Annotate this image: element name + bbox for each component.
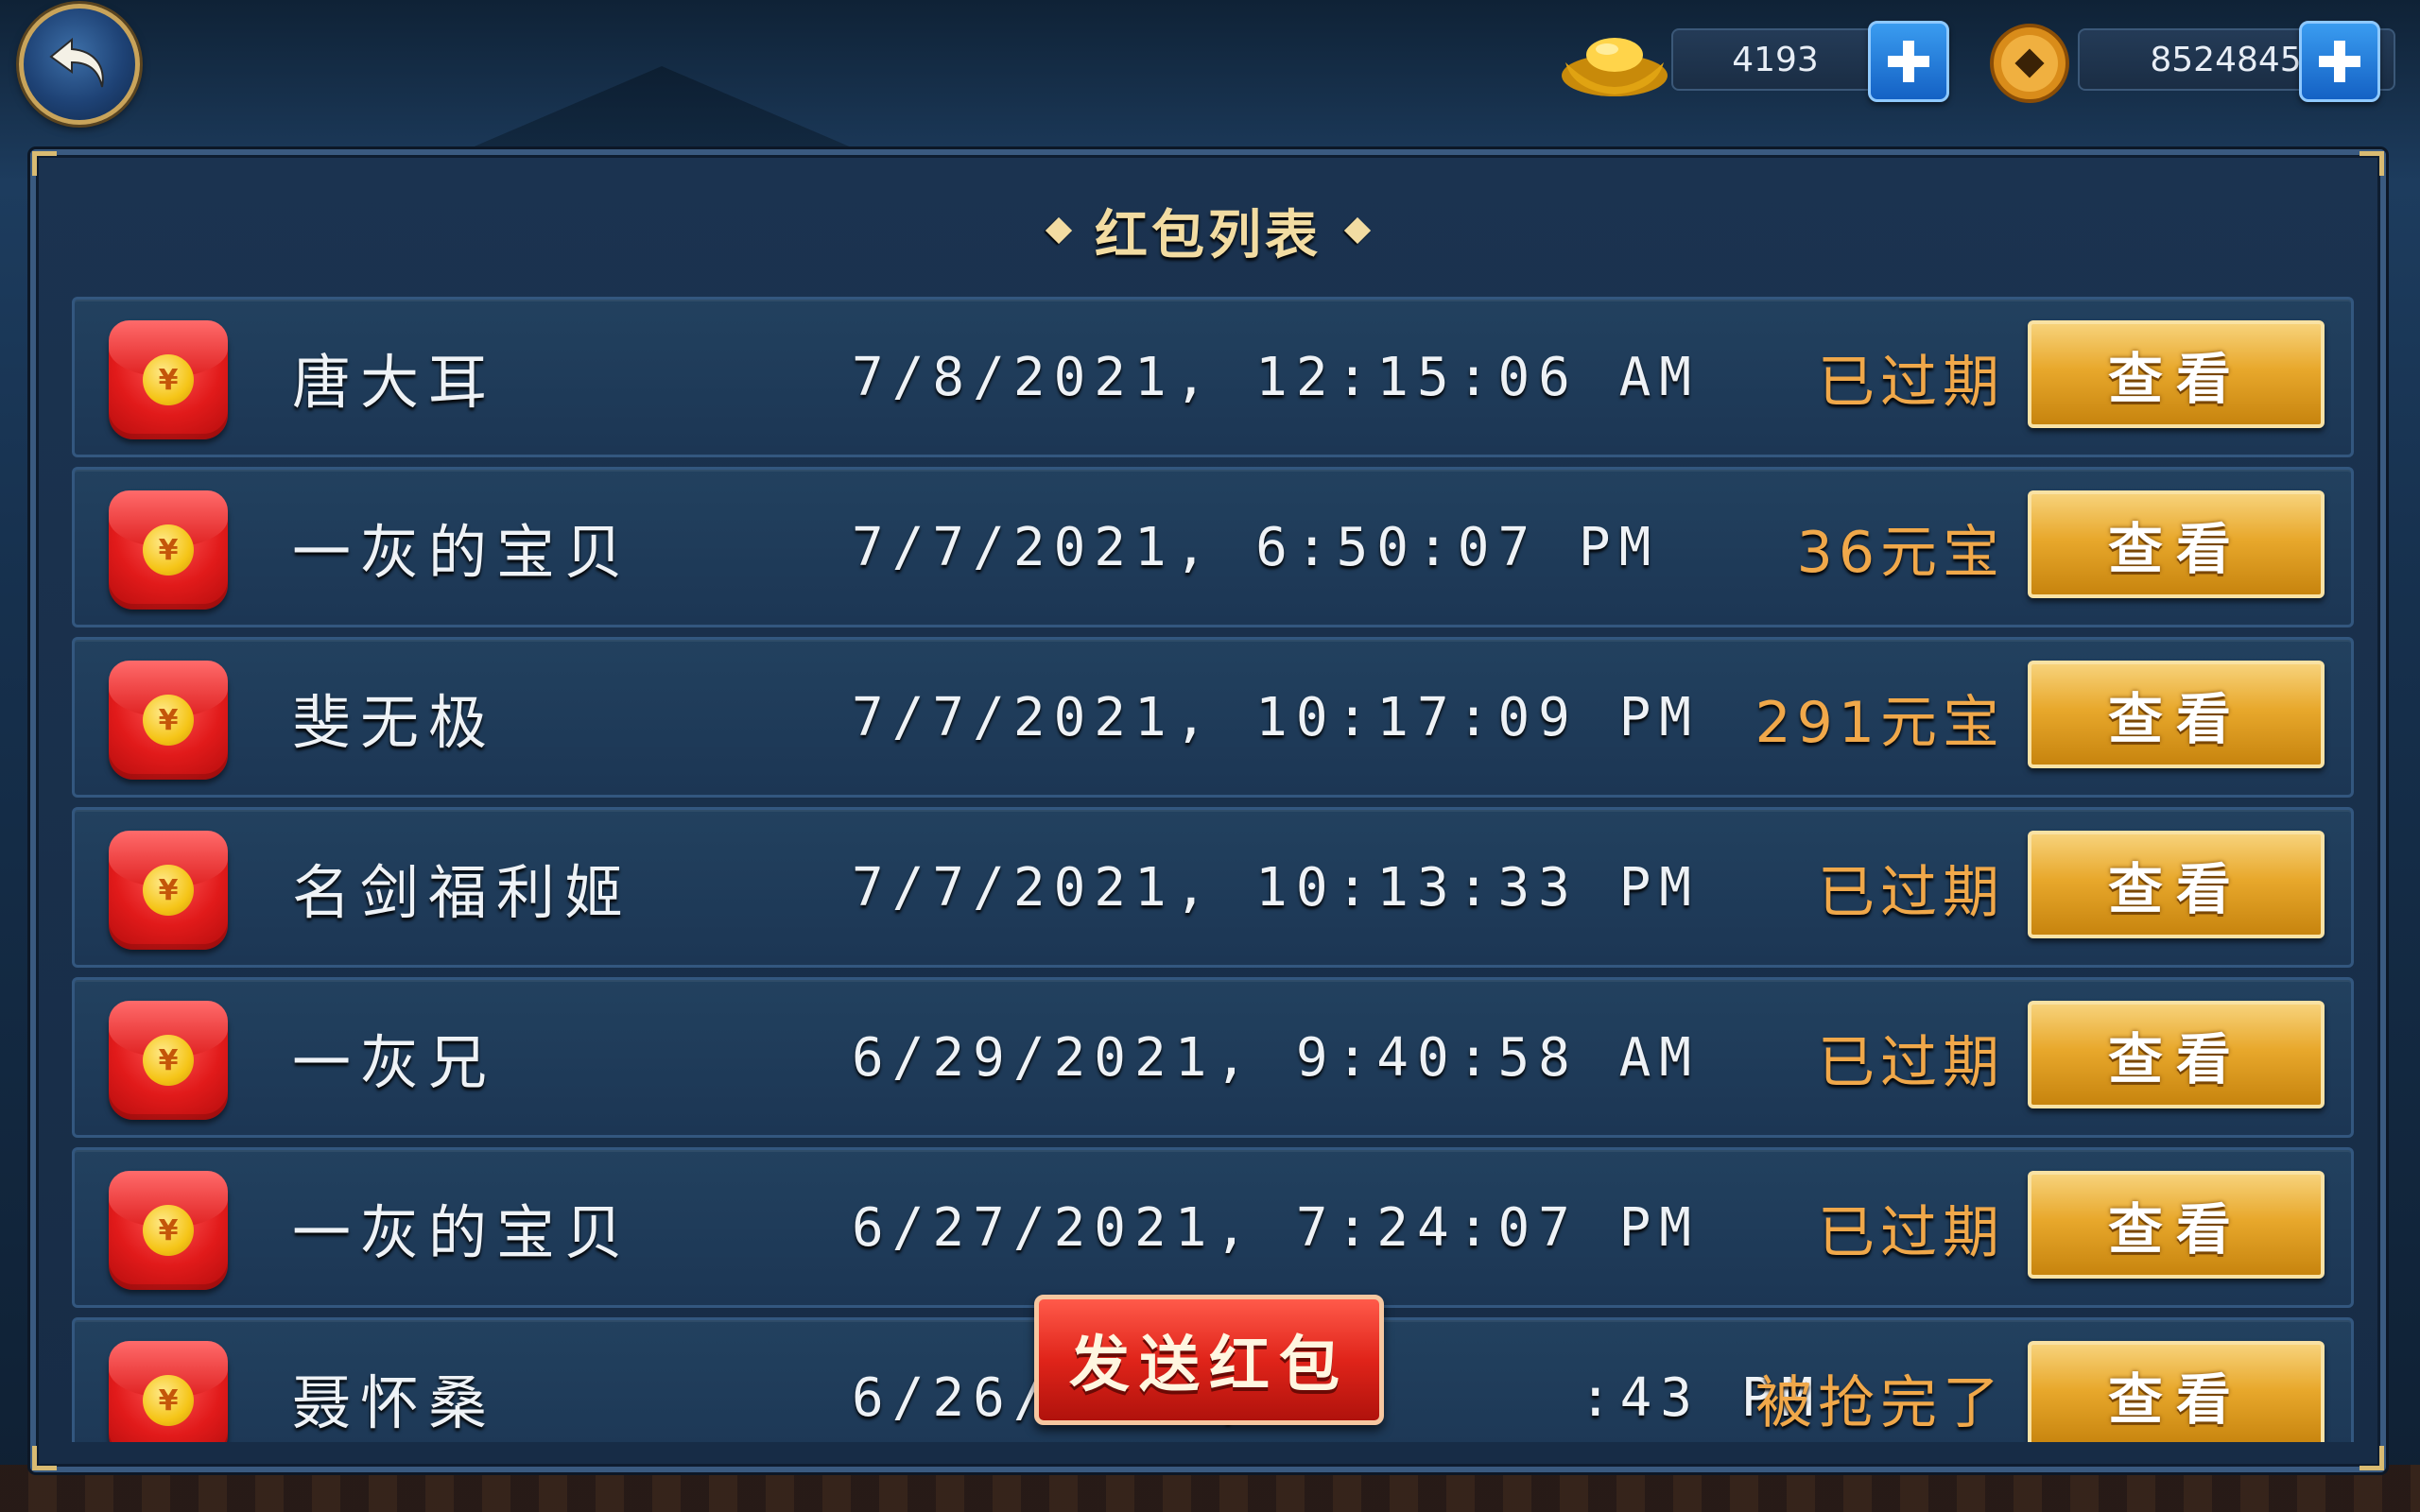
list-item[interactable]: ¥ 一灰兄 6/29/2021, 9:40:58 AM 已过期 查看: [72, 977, 2354, 1138]
sender-name: 斐无极: [292, 688, 497, 757]
diamond-icon: [1045, 216, 1073, 245]
view-button[interactable]: 查看: [2028, 831, 2325, 938]
view-button[interactable]: 查看: [2028, 490, 2325, 598]
envelope-status: 36元宝: [1796, 519, 2005, 586]
list-item[interactable]: ¥ 一灰的宝贝 6/27/2021, 7:24:07 PM 已过期 查看: [72, 1147, 2354, 1308]
envelope-status: 291元宝: [1754, 689, 2005, 756]
timestamp: 6/29/2021, 9:40:58 AM: [852, 1026, 1701, 1089]
timestamp: 6/27/2021, 7:24:07 PM: [852, 1196, 1701, 1259]
sender-name: 一灰的宝贝: [292, 1198, 633, 1267]
panel-corner: [2360, 151, 2384, 176]
list-item[interactable]: ¥ 斐无极 7/7/2021, 10:17:09 PM 291元宝 查看: [72, 637, 2354, 798]
list-item[interactable]: ¥ 一灰的宝贝 7/7/2021, 6:50:07 PM 36元宝 查看: [72, 467, 2354, 627]
timestamp: 7/8/2021, 12:15:06 AM: [852, 346, 1701, 408]
sender-name: 聂怀桑: [292, 1368, 497, 1437]
ingot-amount: 4193: [1671, 28, 1879, 91]
red-envelope-icon: ¥: [109, 661, 228, 780]
envelope-status: 已过期: [1818, 1199, 2005, 1266]
red-envelope-icon: ¥: [109, 1001, 228, 1120]
envelope-status: 被抢完了: [1755, 1369, 2005, 1436]
sender-name: 名剑福利姬: [292, 858, 633, 927]
envelope-status: 已过期: [1818, 859, 2005, 926]
envelope-status: 已过期: [1818, 1029, 2005, 1096]
add-ingot-button[interactable]: [1868, 21, 1949, 102]
red-envelope-panel: 红包列表 ¥ 唐大耳 7/8/2021, 12:15:06 AM 已过期 查看 …: [30, 149, 2386, 1472]
sender-name: 一灰兄: [292, 1028, 497, 1097]
back-button[interactable]: [19, 4, 140, 125]
copper-coin-icon: [1990, 24, 2069, 103]
plus-icon: [2319, 41, 2360, 82]
red-envelope-icon: ¥: [109, 320, 228, 439]
panel-corner: [32, 151, 57, 176]
sender-name: 唐大耳: [292, 348, 497, 417]
timestamp: 7/7/2021, 6:50:07 PM: [852, 516, 1660, 578]
add-coin-button[interactable]: [2299, 21, 2380, 102]
view-button[interactable]: 查看: [2028, 661, 2325, 768]
red-envelope-icon: ¥: [109, 1341, 228, 1442]
sender-name: 一灰的宝贝: [292, 518, 633, 587]
coin-currency: 85248458: [1987, 21, 2395, 104]
panel-corner: [2360, 1446, 2384, 1470]
list-item[interactable]: ¥ 唐大耳 7/8/2021, 12:15:06 AM 已过期 查看: [72, 297, 2354, 457]
red-envelope-icon: ¥: [109, 490, 228, 610]
view-button[interactable]: 查看: [2028, 1001, 2325, 1108]
diamond-icon: [1343, 216, 1372, 245]
view-button[interactable]: 查看: [2028, 320, 2325, 428]
timestamp: 7/7/2021, 10:13:33 PM: [852, 856, 1701, 919]
list-item[interactable]: ¥ 名剑福利姬 7/7/2021, 10:13:33 PM 已过期 查看: [72, 807, 2354, 968]
back-arrow-icon: [49, 37, 104, 88]
plus-icon: [1888, 41, 1929, 82]
envelope-status: 已过期: [1818, 349, 2005, 416]
panel-corner: [32, 1446, 57, 1470]
view-button[interactable]: 查看: [2028, 1171, 2325, 1279]
timestamp: 7/7/2021, 10:17:09 PM: [852, 686, 1701, 748]
red-envelope-icon: ¥: [109, 1171, 228, 1290]
red-envelope-icon: ¥: [109, 831, 228, 950]
ingot-currency: 4193: [1558, 21, 1951, 104]
panel-title: 红包列表: [36, 193, 2380, 268]
panel-title-text: 红包列表: [1095, 204, 1322, 266]
view-button[interactable]: 查看: [2028, 1341, 2325, 1442]
gold-ingot-icon: [1562, 38, 1668, 96]
red-envelope-list[interactable]: ¥ 唐大耳 7/8/2021, 12:15:06 AM 已过期 查看 ¥ 一灰的…: [72, 297, 2354, 1442]
send-red-envelope-button[interactable]: 发送红包: [1034, 1295, 1384, 1425]
